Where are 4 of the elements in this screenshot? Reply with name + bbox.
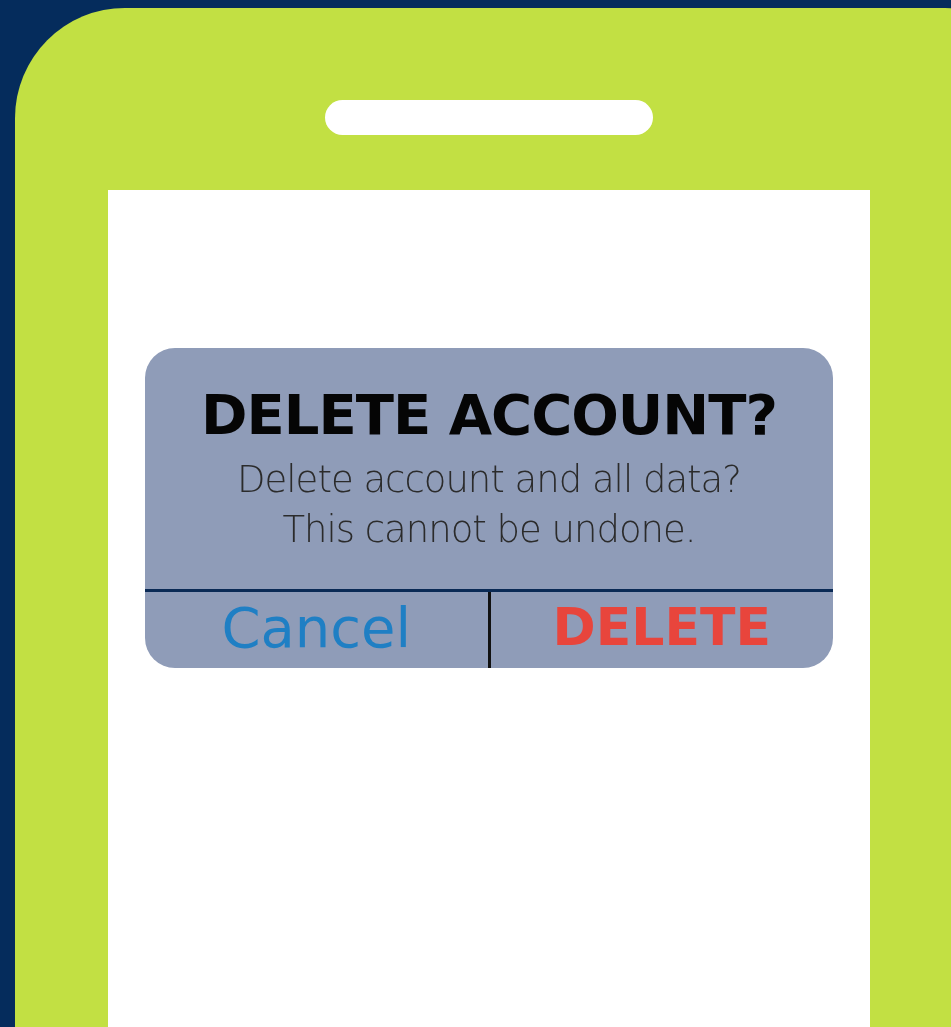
dialog-message: Delete account and all data? This cannot be undone.: [237, 457, 741, 553]
delete-button[interactable]: DELETE: [487, 592, 833, 668]
cancel-button[interactable]: Cancel: [145, 592, 488, 668]
dialog-title: DELETE ACCOUNT?: [201, 382, 777, 447]
